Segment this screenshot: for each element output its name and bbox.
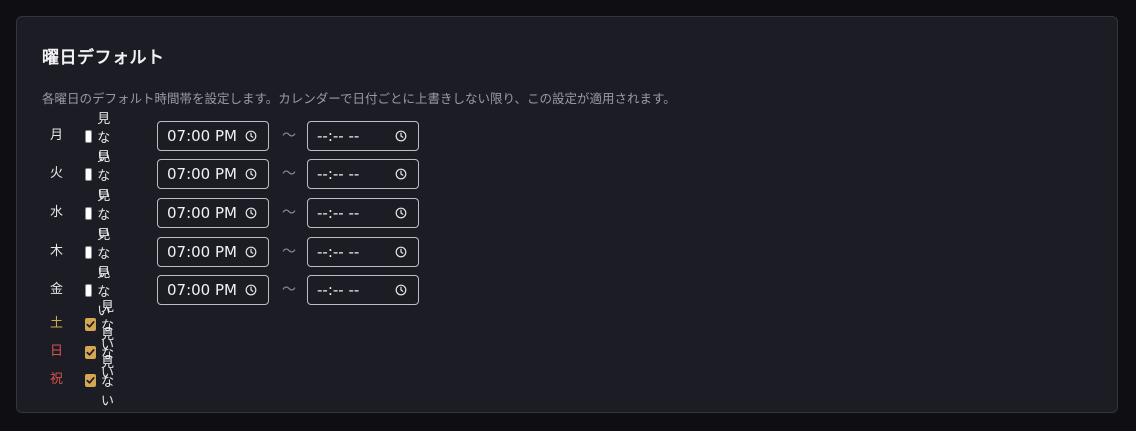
- hide-checkbox[interactable]: [85, 345, 96, 359]
- range-separator: 〜: [282, 205, 296, 221]
- hide-label: 見ない: [101, 355, 115, 409]
- start-time-value: 07:00 PM: [167, 243, 237, 261]
- start-time-input[interactable]: 07:00 PM: [157, 198, 269, 228]
- start-time-input[interactable]: 07:00 PM: [157, 121, 269, 151]
- end-time-value: --:-- --: [317, 165, 360, 183]
- day-label: 月: [50, 128, 64, 143]
- start-time-input[interactable]: 07:00 PM: [157, 237, 269, 267]
- range-separator: 〜: [282, 282, 296, 298]
- day-label: 日: [50, 344, 64, 359]
- hide-checkbox[interactable]: [85, 317, 96, 331]
- clock-icon[interactable]: [395, 246, 407, 258]
- end-time-value: --:-- --: [317, 204, 360, 222]
- day-label: 木: [50, 244, 64, 259]
- end-time-input[interactable]: --:-- --: [307, 237, 419, 267]
- hide-toggle[interactable]: 見ない: [85, 356, 116, 409]
- end-time-value: --:-- --: [317, 281, 360, 299]
- clock-icon[interactable]: [395, 207, 407, 219]
- range-separator: 〜: [282, 128, 296, 144]
- hide-checkbox[interactable]: [85, 283, 93, 297]
- clock-icon[interactable]: [245, 246, 257, 258]
- day-label: 祝: [50, 372, 64, 387]
- weekday-defaults-panel: 曜日デフォルト 各曜日のデフォルト時間帯を設定します。カレンダーで日付ごとに上書…: [16, 16, 1118, 413]
- day-label: 水: [50, 205, 64, 220]
- day-label: 土: [50, 316, 64, 331]
- start-time-value: 07:00 PM: [167, 281, 237, 299]
- start-time-value: 07:00 PM: [167, 127, 237, 145]
- check-icon: [86, 376, 95, 384]
- start-time-input[interactable]: 07:00 PM: [157, 275, 269, 305]
- clock-icon[interactable]: [245, 168, 257, 180]
- hide-checkbox[interactable]: [85, 206, 93, 220]
- clock-icon[interactable]: [395, 130, 407, 142]
- end-time-value: --:-- --: [317, 243, 360, 261]
- hide-checkbox[interactable]: [85, 129, 93, 143]
- end-time-input[interactable]: --:-- --: [307, 198, 419, 228]
- clock-icon[interactable]: [395, 168, 407, 180]
- hide-checkbox[interactable]: [85, 373, 96, 387]
- check-icon: [86, 320, 95, 328]
- end-time-input[interactable]: --:-- --: [307, 121, 419, 151]
- hide-checkbox[interactable]: [85, 167, 93, 181]
- start-time-value: 07:00 PM: [167, 204, 237, 222]
- day-label: 火: [50, 166, 64, 181]
- clock-icon[interactable]: [245, 130, 257, 142]
- start-time-value: 07:00 PM: [167, 165, 237, 183]
- end-time-input[interactable]: --:-- --: [307, 159, 419, 189]
- hide-checkbox[interactable]: [85, 245, 93, 259]
- end-time-input[interactable]: --:-- --: [307, 275, 419, 305]
- section-title: 曜日デフォルト: [42, 48, 165, 68]
- day-label: 金: [50, 282, 64, 297]
- start-time-input[interactable]: 07:00 PM: [157, 159, 269, 189]
- section-description: 各曜日のデフォルト時間帯を設定します。カレンダーで日付ごとに上書きしない限り、こ…: [42, 91, 676, 106]
- end-time-value: --:-- --: [317, 127, 360, 145]
- clock-icon[interactable]: [395, 284, 407, 296]
- range-separator: 〜: [282, 244, 296, 260]
- clock-icon[interactable]: [245, 284, 257, 296]
- range-separator: 〜: [282, 166, 296, 182]
- clock-icon[interactable]: [245, 207, 257, 219]
- check-icon: [86, 348, 95, 356]
